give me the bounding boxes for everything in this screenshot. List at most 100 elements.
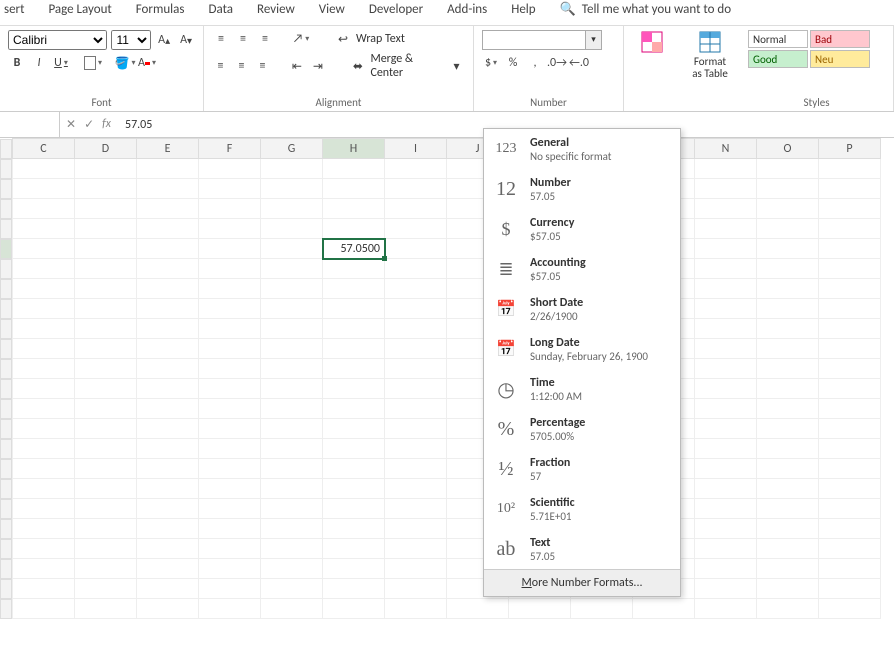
row-header[interactable] bbox=[0, 179, 12, 199]
row-header[interactable] bbox=[0, 579, 12, 599]
formula-input[interactable]: 57.05 bbox=[117, 118, 152, 132]
row-header[interactable] bbox=[0, 479, 12, 499]
number-format-option-text[interactable]: abText57.05 bbox=[484, 529, 680, 569]
number-format-option-currency[interactable]: $Currency$57.05 bbox=[484, 209, 680, 249]
number-format-option-percentage[interactable]: %Percentage5705.00% bbox=[484, 409, 680, 449]
font-size-select[interactable]: 11 bbox=[111, 30, 151, 50]
number-format-option-time[interactable]: ◷Time1:12:00 AM bbox=[484, 369, 680, 409]
row-header[interactable] bbox=[0, 339, 12, 359]
col-header[interactable]: D bbox=[75, 139, 137, 159]
row-header[interactable] bbox=[0, 199, 12, 219]
italic-button[interactable]: I bbox=[30, 54, 48, 72]
comma-format-button[interactable]: , bbox=[526, 54, 544, 72]
number-format-select[interactable]: ▾ bbox=[482, 30, 602, 50]
row-header[interactable] bbox=[0, 499, 12, 519]
align-top-icon[interactable]: ≡ bbox=[212, 31, 230, 47]
number-format-option-number[interactable]: 12Number57.05 bbox=[484, 169, 680, 209]
number-format-option-scientific[interactable]: 10²Scientific5.71E+01 bbox=[484, 489, 680, 529]
tell-me-search[interactable]: 🔍 Tell me what you want to do bbox=[560, 2, 732, 17]
style-bad[interactable]: Bad bbox=[810, 30, 870, 48]
row-header[interactable] bbox=[0, 459, 12, 479]
col-header[interactable]: C bbox=[13, 139, 75, 159]
underline-button[interactable]: U bbox=[52, 54, 70, 72]
tab-view[interactable]: View bbox=[319, 2, 345, 17]
font-name-select[interactable]: Calibri bbox=[8, 30, 107, 50]
row-header[interactable] bbox=[0, 599, 12, 619]
worksheet-grid[interactable]: C D E F G H I J N O P 57.0500 bbox=[0, 138, 894, 619]
wrap-text-icon[interactable]: ↩ bbox=[334, 30, 352, 48]
bold-button[interactable]: B bbox=[8, 54, 26, 72]
row-header[interactable] bbox=[0, 259, 12, 279]
merge-dropdown-icon[interactable]: ▾ bbox=[448, 57, 465, 75]
row-header[interactable] bbox=[0, 359, 12, 379]
increase-decimal-button[interactable]: .0→ bbox=[548, 54, 566, 72]
tab-insert[interactable]: sert bbox=[4, 2, 24, 17]
increase-indent-icon[interactable]: ⇥ bbox=[309, 57, 326, 75]
increase-font-icon[interactable]: A▴ bbox=[155, 31, 173, 49]
number-format-option-accounting[interactable]: ≣Accounting $57.05 bbox=[484, 249, 680, 289]
enter-icon[interactable]: ✓ bbox=[84, 117, 94, 132]
col-header[interactable]: F bbox=[199, 139, 261, 159]
align-middle-icon[interactable]: ≡ bbox=[234, 31, 252, 47]
merge-icon[interactable]: ⬌ bbox=[349, 57, 366, 75]
col-header[interactable]: E bbox=[137, 139, 199, 159]
align-bottom-icon[interactable]: ≡ bbox=[256, 31, 274, 47]
row-header[interactable] bbox=[0, 519, 12, 539]
row-header[interactable] bbox=[0, 399, 12, 419]
orientation-button[interactable]: ↗ bbox=[292, 30, 310, 48]
fx-icon[interactable]: fx bbox=[102, 117, 111, 132]
tab-addins[interactable]: Add-ins bbox=[447, 2, 487, 17]
col-header[interactable]: I bbox=[385, 139, 447, 159]
number-format-dropdown-icon[interactable]: ▾ bbox=[585, 31, 601, 49]
col-header[interactable]: N bbox=[695, 139, 757, 159]
style-normal[interactable]: Normal bbox=[748, 30, 808, 48]
row-header[interactable] bbox=[0, 219, 12, 239]
wrap-text-button[interactable]: Wrap Text bbox=[356, 32, 405, 46]
decrease-font-icon[interactable]: A▾ bbox=[177, 31, 195, 49]
percent-format-button[interactable]: % bbox=[504, 54, 522, 72]
row-header[interactable] bbox=[0, 159, 12, 179]
row-header[interactable] bbox=[0, 559, 12, 579]
format-as-table-button[interactable]: Format as Table bbox=[688, 30, 732, 80]
row-header[interactable] bbox=[0, 379, 12, 399]
tab-review[interactable]: Review bbox=[257, 2, 295, 17]
number-format-option-fraction[interactable]: ½Fraction57 bbox=[484, 449, 680, 489]
style-neutral[interactable]: Neu bbox=[810, 50, 870, 68]
name-box[interactable] bbox=[0, 112, 60, 137]
row-header[interactable] bbox=[0, 319, 12, 339]
row-header[interactable] bbox=[0, 419, 12, 439]
active-cell[interactable]: 57.0500 bbox=[323, 239, 385, 259]
align-center-icon[interactable]: ≡ bbox=[233, 58, 250, 74]
tab-formulas[interactable]: Formulas bbox=[136, 2, 185, 17]
fill-color-button[interactable]: 🪣 bbox=[116, 54, 134, 72]
col-header[interactable]: P bbox=[819, 139, 881, 159]
accounting-format-button[interactable]: $ bbox=[482, 54, 500, 72]
col-header[interactable]: H bbox=[323, 139, 385, 159]
conditional-formatting-button[interactable]: g bbox=[632, 30, 672, 69]
decrease-indent-icon[interactable]: ⇤ bbox=[288, 57, 305, 75]
row-header[interactable] bbox=[0, 239, 12, 259]
style-good[interactable]: Good bbox=[748, 50, 808, 68]
tab-page-layout[interactable]: Page Layout bbox=[48, 2, 111, 17]
font-color-button[interactable]: A bbox=[138, 54, 156, 72]
borders-button[interactable] bbox=[84, 54, 102, 72]
align-right-icon[interactable]: ≡ bbox=[254, 58, 271, 74]
align-left-icon[interactable]: ≡ bbox=[212, 58, 229, 74]
decrease-decimal-button[interactable]: ←.0 bbox=[570, 54, 588, 72]
number-format-option-general[interactable]: 123GeneralNo specific format bbox=[484, 129, 680, 169]
cancel-icon[interactable]: ✕ bbox=[66, 117, 76, 132]
col-header[interactable]: G bbox=[261, 139, 323, 159]
number-format-option-short-date[interactable]: 📅Short Date2/26/1900 bbox=[484, 289, 680, 329]
col-header[interactable]: O bbox=[757, 139, 819, 159]
row-header[interactable] bbox=[0, 279, 12, 299]
tab-help[interactable]: Help bbox=[511, 2, 535, 17]
tab-developer[interactable]: Developer bbox=[369, 2, 423, 17]
cell-styles-gallery[interactable]: Normal Bad Good Neu bbox=[748, 30, 885, 68]
row-header[interactable] bbox=[0, 539, 12, 559]
row-header[interactable] bbox=[0, 439, 12, 459]
row-header[interactable] bbox=[0, 299, 12, 319]
merge-center-button[interactable]: Merge & Center bbox=[370, 52, 444, 80]
more-number-formats-button[interactable]: More Number Formats... bbox=[484, 569, 680, 596]
number-format-option-long-date[interactable]: 📅Long DateSunday, February 26, 1900 bbox=[484, 329, 680, 369]
tab-data[interactable]: Data bbox=[208, 2, 233, 17]
